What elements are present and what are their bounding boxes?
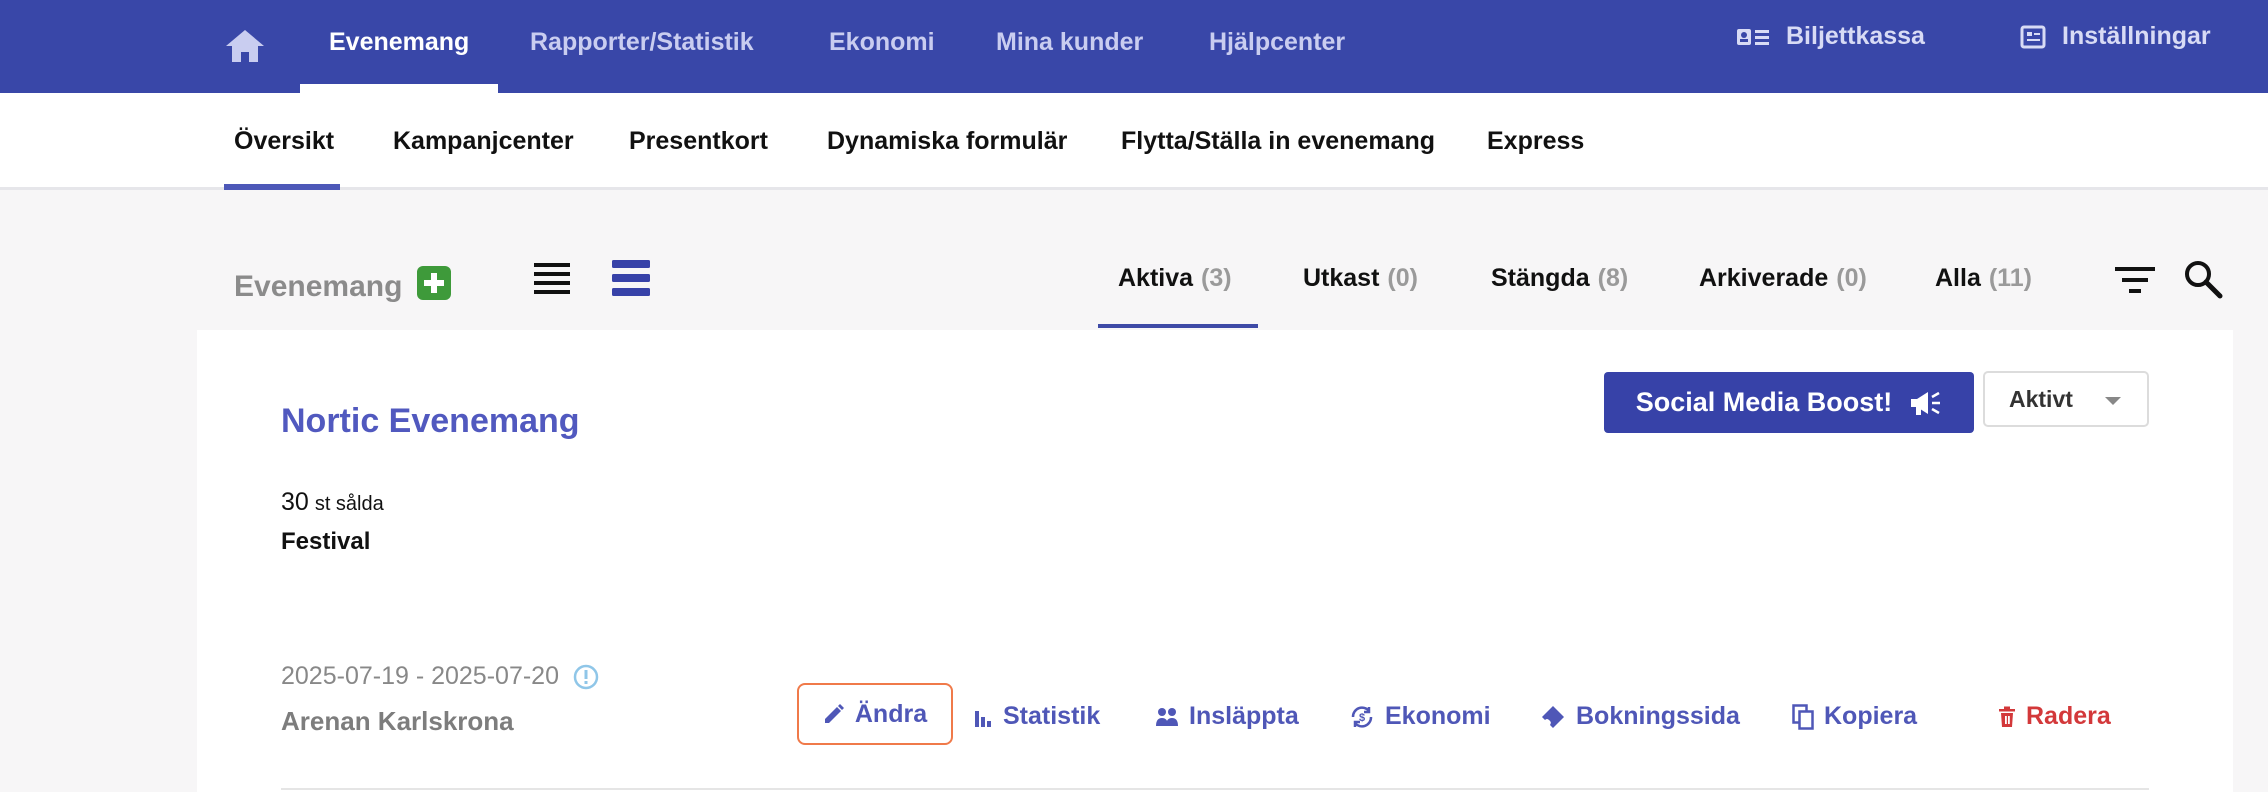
status-tab-active-indicator — [1098, 324, 1258, 328]
subnav-item-presentkort[interactable]: Presentkort — [629, 127, 768, 156]
installningar-link[interactable]: Inställningar — [2020, 22, 2211, 51]
card-divider — [281, 788, 2149, 790]
topnav-item-hjalpcenter[interactable]: Hjälpcenter — [1209, 28, 1345, 57]
topnav-item-rapporter[interactable]: Rapporter/Statistik — [530, 28, 754, 57]
sub-navigation-bar: Översikt Kampanjcenter Presentkort Dynam… — [0, 93, 2268, 190]
subnav-item-kampanjcenter[interactable]: Kampanjcenter — [393, 127, 574, 156]
trash-icon — [1999, 706, 2015, 727]
compact-list-icon[interactable] — [532, 260, 572, 300]
admitted-button[interactable]: Insläppta — [1155, 702, 1299, 731]
event-dates: 2025-07-19 - 2025-07-20 — [281, 662, 599, 691]
ticket-office-icon — [1737, 28, 1769, 45]
copy-label: Kopiera — [1824, 702, 1918, 730]
event-date-range: 2025-07-19 - 2025-07-20 — [281, 662, 559, 690]
sold-count: 30st sålda — [281, 488, 384, 517]
subnav-active-indicator — [224, 184, 340, 190]
event-title[interactable]: Nortic Evenemang — [281, 402, 580, 441]
sold-count-number: 30 — [281, 488, 309, 516]
edit-button[interactable]: Ändra — [797, 683, 953, 745]
ticket-icon — [1542, 705, 1564, 728]
edit-label: Ändra — [854, 699, 928, 728]
tab-arkiverade[interactable]: Arkiverade (0) — [1699, 264, 1867, 293]
tab-utkast[interactable]: Utkast (0) — [1303, 264, 1418, 293]
booking-page-label: Bokningssida — [1576, 702, 1740, 730]
tab-stangda[interactable]: Stängda (8) — [1491, 264, 1628, 293]
tab-alla-count: (11) — [1988, 264, 2032, 292]
subnav-item-oversikt[interactable]: Översikt — [234, 127, 334, 156]
event-category: Festival — [281, 528, 371, 555]
home-icon[interactable] — [224, 28, 266, 64]
copy-button[interactable]: Kopiera — [1792, 702, 1917, 731]
biljettkassa-link[interactable]: Biljettkassa — [1736, 22, 1925, 51]
economy-button[interactable]: $ Ekonomi — [1349, 702, 1491, 731]
currency-exchange-icon: $ — [1351, 705, 1373, 728]
admitted-label: Insläppta — [1189, 702, 1299, 730]
subnav-item-flytta-stalla-in[interactable]: Flytta/Ställa in evenemang — [1121, 127, 1435, 156]
tab-aktiva-label: Aktiva — [1118, 264, 1194, 292]
topnav-item-ekonomi[interactable]: Ekonomi — [829, 28, 935, 57]
search-icon[interactable] — [2182, 258, 2224, 300]
social-media-boost-button[interactable]: Social Media Boost! — [1604, 372, 1974, 433]
social-media-boost-label: Social Media Boost! — [1635, 387, 1893, 417]
tab-arkiverade-count: (0) — [1836, 264, 1867, 292]
settings-icon — [2020, 25, 2046, 48]
event-card: Nortic Evenemang 30st sålda Festival 202… — [197, 330, 2233, 792]
topnav-active-indicator — [300, 84, 498, 93]
filter-icon[interactable] — [2114, 262, 2156, 298]
installningar-label: Inställningar — [2062, 22, 2211, 50]
tab-utkast-count: (0) — [1387, 264, 1418, 292]
subnav-item-dynamiska-formular[interactable]: Dynamiska formulär — [827, 127, 1067, 156]
tab-arkiverade-label: Arkiverade — [1699, 264, 1829, 292]
tab-alla[interactable]: Alla (11) — [1935, 264, 2032, 293]
tab-aktiva-count: (3) — [1201, 264, 1232, 292]
statistics-button[interactable]: Statistik — [973, 702, 1100, 731]
topnav-item-mina-kunder[interactable]: Mina kunder — [996, 28, 1143, 57]
topnav-item-evenemang[interactable]: Evenemang — [329, 28, 469, 57]
pencil-icon — [824, 704, 844, 723]
expanded-list-icon[interactable] — [610, 258, 652, 300]
people-icon — [1156, 707, 1178, 726]
delete-label: Radera — [2026, 702, 2111, 730]
tab-stangda-count: (8) — [1597, 264, 1629, 292]
event-status-select[interactable]: Aktivt — [1983, 371, 2149, 427]
event-venue: Arenan Karlskrona — [281, 706, 514, 736]
copy-icon — [1792, 703, 1814, 730]
event-status-value: Aktivt — [2009, 385, 2073, 412]
bar-chart-icon — [975, 710, 991, 727]
megaphone-icon — [1911, 391, 1941, 415]
tab-utkast-label: Utkast — [1303, 264, 1380, 292]
events-heading: Evenemang — [234, 270, 403, 303]
tab-aktiva[interactable]: Aktiva (3) — [1118, 264, 1232, 293]
plus-icon[interactable] — [417, 266, 451, 300]
booking-page-button[interactable]: Bokningssida — [1540, 702, 1740, 731]
top-navigation-bar: Evenemang Rapporter/Statistik Ekonomi Mi… — [0, 0, 2268, 93]
sold-count-unit: st sålda — [314, 493, 384, 515]
svg-text:$: $ — [1359, 712, 1365, 724]
biljettkassa-label: Biljettkassa — [1786, 22, 1925, 50]
tab-stangda-label: Stängda — [1491, 264, 1590, 292]
delete-button[interactable]: Radera — [1998, 702, 2111, 731]
chevron-down-icon — [2105, 397, 2121, 405]
subnav-item-express[interactable]: Express — [1487, 127, 1584, 156]
statistics-label: Statistik — [1003, 702, 1101, 730]
info-icon[interactable] — [573, 664, 599, 690]
tab-alla-label: Alla — [1935, 264, 1981, 292]
economy-label: Ekonomi — [1385, 702, 1491, 730]
